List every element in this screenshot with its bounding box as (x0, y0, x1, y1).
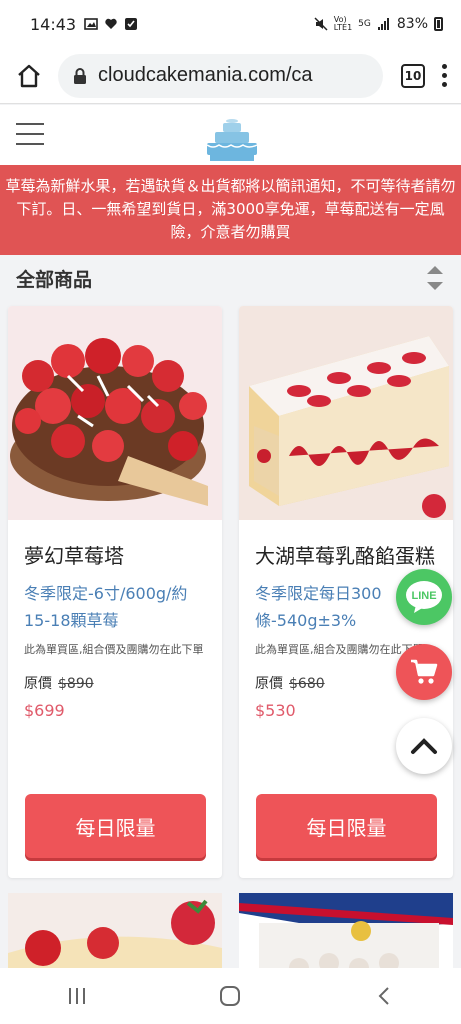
cart-icon (411, 659, 438, 684)
system-indicators: Vo) LTE1 5G 83% (314, 16, 443, 32)
android-nav-bar (0, 968, 461, 1024)
status-bar: 14:43 Vo) LTE1 5G 83% (0, 0, 461, 48)
browser-toolbar: cloudcakemania.com/ca 10 (0, 48, 461, 104)
sale-price: $699 (24, 701, 65, 720)
home-button-icon[interactable] (219, 985, 241, 1007)
line-label: LINE (411, 590, 436, 602)
section-title: 全部商品 (16, 268, 93, 291)
product-note: 此為單買區,組合價及團購勿在此下單 (24, 643, 204, 656)
line-chat-button[interactable]: LINE (396, 569, 452, 625)
volte-icon: Vo) LTE1 (333, 15, 353, 32)
notice-banner: 草莓為新鮮水果，若遇缺貨＆出貨都將以簡訊通知，不可等待者請勿下訂。日、一無希望到… (0, 165, 461, 255)
cart-button[interactable] (396, 644, 452, 700)
daily-limited-button[interactable]: 每日限量 (256, 794, 437, 858)
chevron-up-icon (411, 738, 437, 754)
product-image-strawberry-cheese-cake[interactable] (239, 306, 453, 520)
site-header (0, 105, 461, 165)
tab-switcher-button[interactable]: 10 (401, 63, 425, 88)
back-icon[interactable] (373, 985, 395, 1007)
original-price-label: 原價 (255, 676, 283, 692)
lock-icon (74, 67, 86, 84)
original-price-label: 原價 (24, 676, 52, 692)
line-icon: LINE (406, 581, 442, 613)
recent-apps-icon[interactable] (66, 986, 88, 1006)
battery-percent: 83% (396, 16, 428, 32)
product-card[interactable]: 夢幻草莓塔 冬季限定-6寸/600g/約15-18顆草莓 此為單買區,組合價及團… (8, 306, 222, 878)
5g-icon: 5G (358, 19, 371, 29)
back-to-top-button[interactable] (396, 718, 452, 774)
sale-price: $530 (255, 701, 296, 720)
product-title[interactable]: 大湖草莓乳酪餡蛋糕 (255, 540, 437, 572)
site-logo[interactable] (198, 111, 266, 163)
url-bar[interactable]: cloudcakemania.com/ca (58, 53, 383, 98)
heart-icon (105, 18, 117, 29)
product-subtitle: 冬季限定-6寸/600g/約15-18顆草莓 (24, 584, 188, 630)
original-price: $890 (58, 676, 94, 692)
clock: 14:43 (30, 14, 77, 34)
original-price-row: 原價 $890 (24, 673, 206, 693)
signal-icon (377, 18, 389, 30)
daily-limited-button[interactable]: 每日限量 (25, 794, 206, 858)
mute-icon (314, 17, 328, 31)
section-header: 全部商品 (0, 256, 461, 300)
browser-menu-icon[interactable] (441, 64, 447, 87)
check-box-icon (125, 18, 138, 30)
url-text: cloudcakemania.com/ca (98, 64, 313, 86)
product-image-strawberry-tart[interactable] (8, 306, 222, 520)
home-icon[interactable] (14, 61, 44, 91)
sort-icon[interactable] (425, 263, 445, 293)
product-title[interactable]: 夢幻草莓塔 (24, 540, 206, 572)
hamburger-menu-icon[interactable] (16, 123, 44, 145)
gallery-icon (84, 18, 98, 30)
notification-icons (84, 17, 138, 31)
battery-icon (434, 17, 443, 31)
original-price: $680 (289, 676, 325, 692)
